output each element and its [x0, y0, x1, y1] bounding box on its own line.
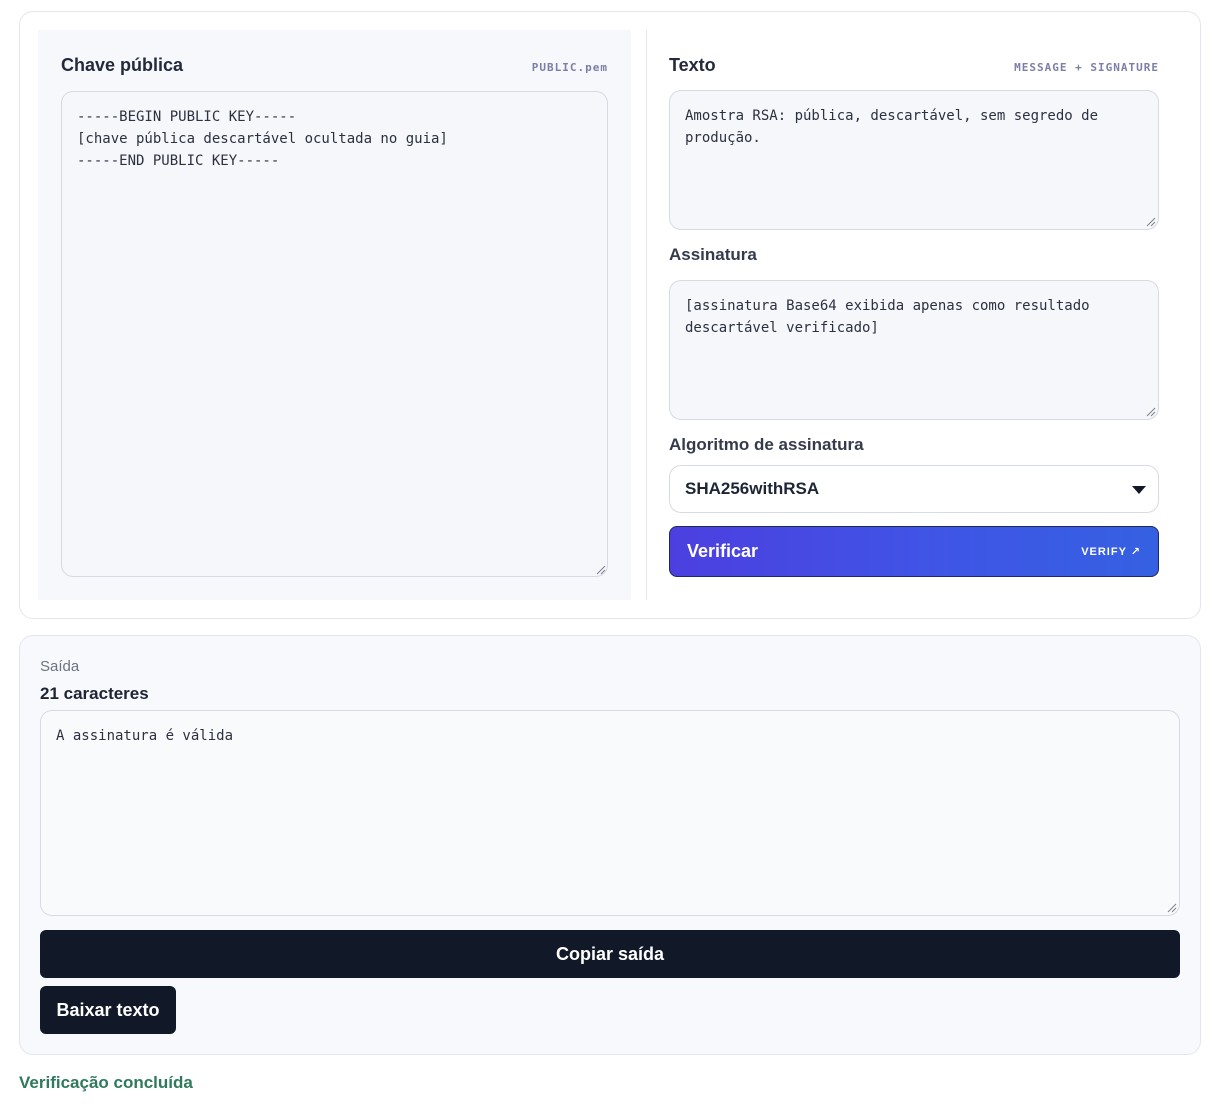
- public-key-header: Chave pública PUBLIC.pem: [61, 55, 608, 76]
- resize-grip-icon[interactable]: [1146, 217, 1156, 227]
- download-text-button[interactable]: Baixar texto: [40, 986, 176, 1034]
- algorithm-selected-value: SHA256withRSA: [685, 479, 820, 498]
- caret-down-icon: [1132, 486, 1146, 494]
- status-message: Verificação concluída: [19, 1073, 193, 1092]
- public-key-panel: Chave pública PUBLIC.pem -----BEGIN PUBL…: [38, 30, 631, 600]
- panel-divider: [646, 30, 647, 600]
- text-title: Texto: [669, 55, 716, 75]
- verify-button[interactable]: Verificar VERIFY ↗: [669, 526, 1159, 577]
- output-label: Saída: [40, 658, 80, 675]
- public-key-tag: PUBLIC.pem: [531, 61, 608, 74]
- verify-button-tag: VERIFY ↗: [1081, 546, 1141, 558]
- public-key-title: Chave pública: [61, 55, 184, 75]
- resize-grip-icon[interactable]: [1167, 903, 1177, 913]
- copy-output-button[interactable]: Copiar saída: [40, 930, 1180, 978]
- resize-grip-icon[interactable]: [1146, 407, 1156, 417]
- public-key-input[interactable]: -----BEGIN PUBLIC KEY----- [chave públic…: [61, 91, 608, 577]
- text-header: Texto MESSAGE + SIGNATURE: [669, 55, 1159, 76]
- resize-grip-icon[interactable]: [596, 565, 606, 575]
- signature-label: Assinatura: [669, 245, 757, 264]
- output-char-count: 21 caracteres: [40, 684, 149, 703]
- signature-input[interactable]: [assinatura Base64 exibida apenas como r…: [669, 280, 1159, 420]
- output-card: Saída 21 caracteres A assinatura é válid…: [19, 635, 1201, 1055]
- message-input[interactable]: Amostra RSA: pública, descartável, sem s…: [669, 90, 1159, 230]
- algorithm-select[interactable]: SHA256withRSA: [669, 465, 1159, 513]
- verify-form-card: Chave pública PUBLIC.pem -----BEGIN PUBL…: [19, 11, 1201, 619]
- verify-button-label: Verificar: [687, 541, 759, 561]
- text-tag: MESSAGE + SIGNATURE: [1014, 61, 1159, 74]
- output-textarea[interactable]: A assinatura é válida: [40, 710, 1180, 916]
- algorithm-label: Algoritmo de assinatura: [669, 435, 864, 454]
